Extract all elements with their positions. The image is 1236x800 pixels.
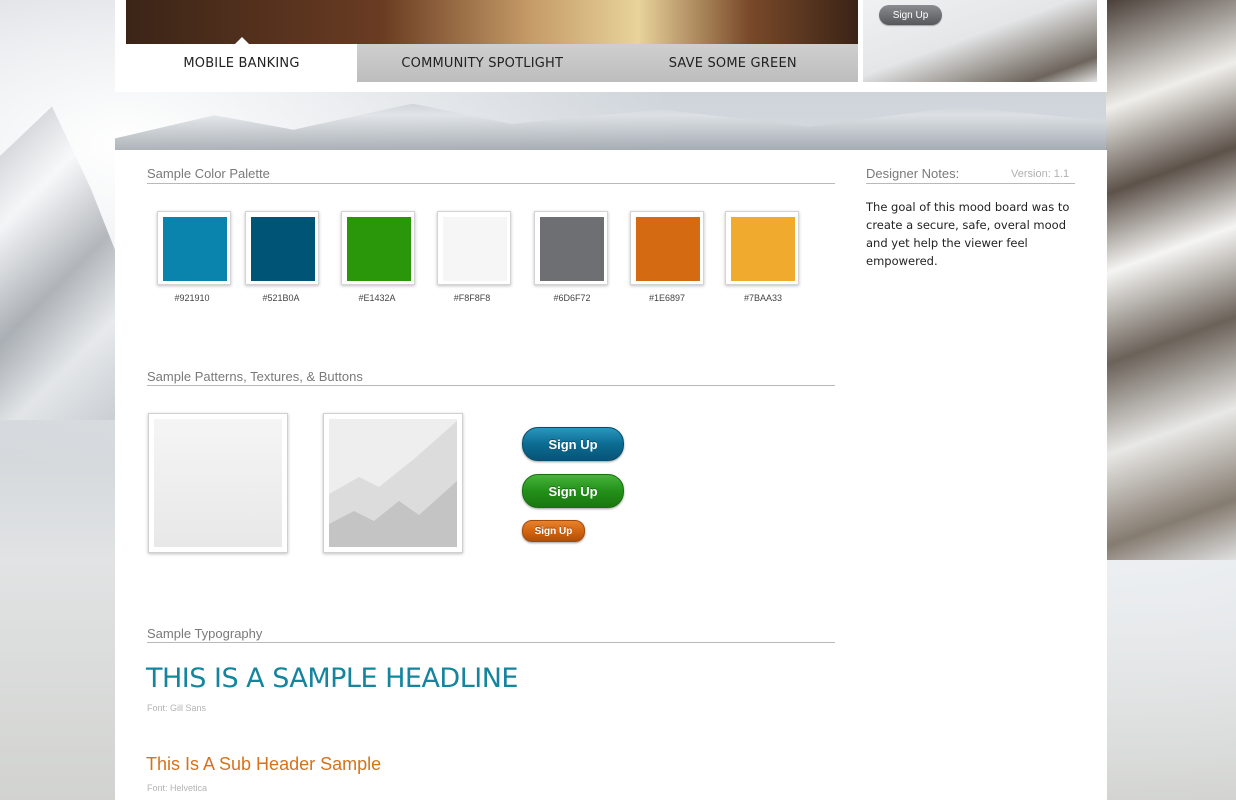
side-banner-image: Sign Up [863,0,1097,82]
main-nav: MOBILE BANKING COMMUNITY SPOTLIGHT SAVE … [126,37,859,82]
swatch-label: #F8F8F8 [453,293,491,303]
header-signup-button[interactable]: Sign Up [879,5,942,25]
color-swatch [725,211,799,285]
color-swatch [341,211,415,285]
background-mountain-ridge [115,103,1107,150]
swatch-label: #521B0A [262,293,300,303]
background-mountain-left [0,106,130,420]
palette-section-title: Sample Color Palette [147,166,270,181]
color-swatch [157,211,231,285]
patterns-section-title: Sample Patterns, Textures, & Buttons [147,369,363,384]
swatch-fill [347,217,411,281]
swatch-fill [731,217,795,281]
designer-notes-title: Designer Notes: [866,166,960,181]
signup-button-orange[interactable]: Sign Up [522,520,585,542]
typography-section-title: Sample Typography [147,626,263,641]
swatch-label: #921910 [174,293,210,303]
texture-gradient-fill [154,419,282,547]
headline-font-note: Font: Gill Sans [147,703,207,713]
swatch-fill [163,217,227,281]
tab-save-some-green[interactable]: SAVE SOME GREEN [608,44,859,82]
swatch-fill [636,217,700,281]
color-swatch [630,211,704,285]
swatch-fill [251,217,315,281]
tab-label: COMMUNITY SPOTLIGHT [401,55,564,71]
sample-subheader: This Is A Sub Header Sample [146,754,382,774]
color-swatch [437,211,511,285]
texture-chart-fill [329,419,457,547]
swatch-label: #7BAA33 [743,293,783,303]
signup-button-green[interactable]: Sign Up [522,474,624,508]
header: MOBILE BANKING COMMUNITY SPOTLIGHT SAVE … [115,0,1107,92]
divider [147,385,835,386]
subheader-font-note: Font: Helvetica [147,783,208,793]
texture-sample-gradient [148,413,288,553]
swatch-fill [443,217,507,281]
swatch-label: #E1432A [358,293,396,303]
tab-label: MOBILE BANKING [183,55,300,71]
divider [147,642,835,643]
tab-label: SAVE SOME GREEN [668,55,797,71]
divider [866,183,1075,184]
background-rock-right [1106,0,1236,560]
designer-notes-body: The goal of this mood board was to creat… [866,200,1070,268]
swatch-fill [540,217,604,281]
sample-headline: THIS IS A SAMPLE HEADLINE [146,663,518,694]
divider [147,183,835,184]
swatch-label: #6D6F72 [553,293,591,303]
tab-community-spotlight[interactable]: COMMUNITY SPOTLIGHT [357,44,608,82]
texture-sample-chart-pattern [323,413,463,553]
swatch-label: #1E6897 [648,293,686,303]
version-label: Version: 1.1 [1011,168,1070,180]
color-swatch [534,211,608,285]
color-swatch [245,211,319,285]
mood-board-panel: Sample Color Palette #921910 #521B0A #E1… [115,150,1107,800]
area-shape-icon [329,421,457,547]
tab-mobile-banking[interactable]: MOBILE BANKING [126,37,357,82]
signup-button-blue[interactable]: Sign Up [522,427,624,461]
